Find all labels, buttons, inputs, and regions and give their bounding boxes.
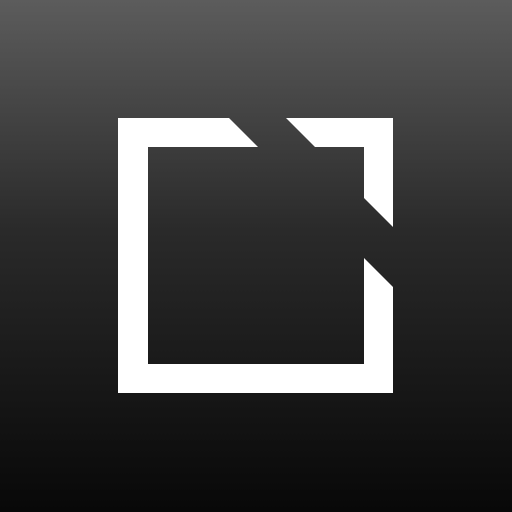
logo-frame-main [118,118,393,393]
square-logo-icon [118,118,393,393]
app-icon-tile [0,0,512,512]
logo-frame-corner [286,118,393,227]
